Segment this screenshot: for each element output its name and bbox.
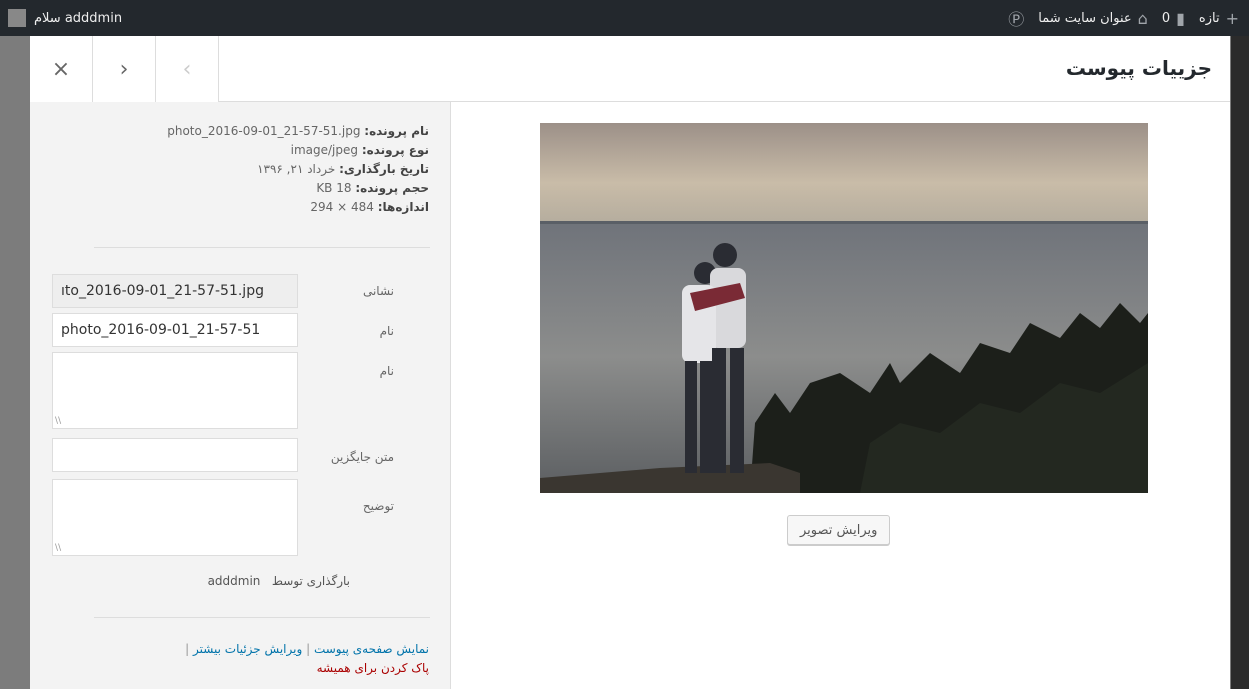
- description-textarea[interactable]: [53, 480, 297, 555]
- admin-bar-right: Ⓟ ⌂ عنوان سایت شما ▮ 0 + تازه: [1008, 0, 1239, 36]
- file-name-value: photo_2016-09-01_21-57-51.jpg: [167, 124, 361, 138]
- caption-field[interactable]: ∕∕: [52, 352, 298, 429]
- file-size-label: حجم پرونده:: [355, 181, 429, 195]
- close-icon: ×: [51, 56, 71, 82]
- file-size-row: حجم پرونده: 18 KB: [49, 179, 429, 198]
- file-info: نام پرونده: photo_2016-09-01_21-57-51.jp…: [49, 122, 429, 217]
- file-type-label: نوع پرونده:: [361, 143, 429, 157]
- attachment-image: [540, 123, 1148, 493]
- resize-grip-icon[interactable]: ∕∕: [55, 543, 61, 553]
- modal-header: × › ‹ جزییات پیوست: [30, 36, 1230, 102]
- file-type-row: نوع پرونده: image/jpeg: [49, 141, 429, 160]
- file-name-row: نام پرونده: photo_2016-09-01_21-57-51.jp…: [49, 122, 429, 141]
- uploaded-by: بارگذاری توسط adddmin: [208, 574, 350, 588]
- description-label: توضیح: [362, 499, 394, 513]
- resize-grip-icon[interactable]: ∕∕: [55, 416, 61, 426]
- view-attachment-link[interactable]: نمایش صفحه‌ی پیوست: [314, 642, 429, 656]
- comments-link[interactable]: ▮ 0: [1162, 9, 1185, 28]
- file-type-value: image/jpeg: [290, 143, 359, 157]
- site-title-link[interactable]: ⌂ عنوان سایت شما: [1038, 9, 1148, 28]
- delete-permanently-link[interactable]: پاک کردن برای همیشه: [317, 661, 429, 675]
- comment-icon: ▮: [1176, 8, 1185, 28]
- actions-row-1: نمایش صفحه‌ی پیوست | ویرایش جزئیات بیشتر…: [49, 640, 429, 659]
- description-field[interactable]: ∕∕: [52, 479, 298, 556]
- previous-button[interactable]: ‹: [156, 36, 219, 102]
- comments-count: 0: [1161, 10, 1171, 26]
- greeting-label[interactable]: سلام adddmin: [34, 11, 122, 26]
- separator: |: [306, 642, 311, 656]
- actions-row-2: پاک کردن برای همیشه: [49, 659, 429, 678]
- edit-image-button[interactable]: ویرایش تصویر: [787, 515, 891, 545]
- file-size-value: 18 KB: [316, 181, 352, 195]
- url-input[interactable]: [53, 275, 297, 307]
- divider: [94, 247, 430, 248]
- uploaded-by-user: adddmin: [207, 574, 261, 588]
- site-title-label: عنوان سایت شما: [1038, 10, 1132, 26]
- new-label: تازه: [1198, 10, 1220, 26]
- home-icon: ⌂: [1137, 8, 1148, 28]
- separator: |: [185, 642, 190, 656]
- attachment-details-sidebar: نام پرونده: photo_2016-09-01_21-57-51.jp…: [30, 102, 451, 689]
- dimensions-value: 484 × 294: [310, 200, 374, 214]
- title-input[interactable]: [53, 314, 297, 346]
- divider: [94, 617, 430, 618]
- close-button[interactable]: ×: [30, 36, 93, 102]
- edit-more-details-link[interactable]: ویرایش جزئیات بیشتر: [193, 642, 302, 656]
- wordpress-logo-icon[interactable]: Ⓟ: [1008, 6, 1024, 30]
- admin-bar: Ⓟ ⌂ عنوان سایت شما ▮ 0 + تازه سلام adddm…: [0, 0, 1249, 36]
- next-button[interactable]: ›: [93, 36, 156, 102]
- dimensions-label: اندازه‌ها:: [377, 200, 429, 214]
- upload-date-row: تاریخ بارگذاری: خرداد ۲۱, ۱۳۹۶: [49, 160, 429, 179]
- admin-sidebar-backdrop: [1231, 36, 1249, 689]
- alt-text-input[interactable]: [53, 439, 297, 471]
- title-label: نام: [379, 324, 394, 338]
- alt-text-label: متن جایگزین: [330, 450, 394, 464]
- avatar[interactable]: [8, 9, 26, 27]
- media-preview-area: ویرایش تصویر: [452, 102, 1230, 689]
- alt-text-field[interactable]: [52, 438, 298, 472]
- admin-bar-left: سلام adddmin: [8, 0, 122, 36]
- caption-label: نام: [379, 364, 394, 378]
- url-field[interactable]: [52, 274, 298, 308]
- upload-date-value: خرداد ۲۱, ۱۳۹۶: [257, 162, 336, 176]
- title-field[interactable]: [52, 313, 298, 347]
- upload-date-label: تاریخ بارگذاری:: [339, 162, 429, 176]
- uploaded-by-label: بارگذاری توسط: [271, 574, 350, 588]
- new-content-link[interactable]: + تازه: [1199, 9, 1239, 28]
- page-title: جزییات پیوست: [1065, 56, 1212, 80]
- photo-svg: [540, 123, 1148, 493]
- attachment-details-modal: × › ‹ جزییات پیوست ویرایش تصویر نام پرون…: [30, 36, 1230, 689]
- file-name-label: نام پرونده:: [364, 124, 429, 138]
- chevron-left-icon: ‹: [182, 56, 192, 82]
- chevron-right-icon: ›: [119, 56, 129, 82]
- plus-icon: +: [1225, 8, 1239, 28]
- attachment-actions: نمایش صفحه‌ی پیوست | ویرایش جزئیات بیشتر…: [49, 640, 429, 678]
- url-label: نشانی: [362, 284, 394, 298]
- caption-textarea[interactable]: [53, 353, 297, 428]
- dimensions-row: اندازه‌ها: 484 × 294: [49, 198, 429, 217]
